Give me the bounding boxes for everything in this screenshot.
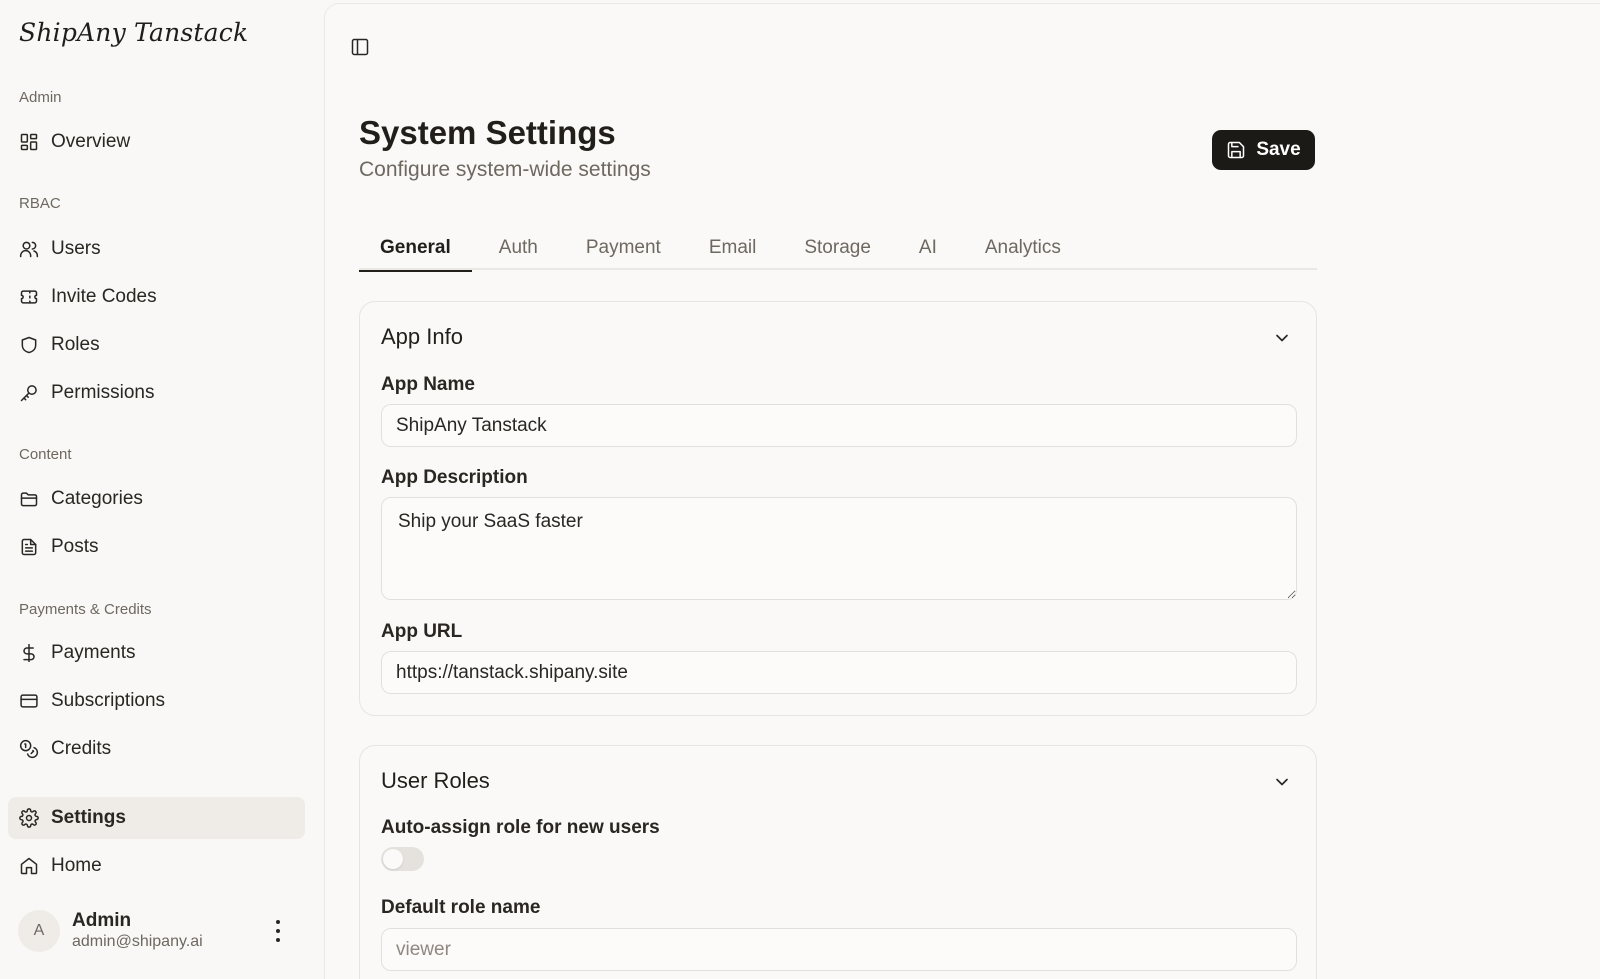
gear-icon	[19, 808, 39, 828]
tab-email[interactable]: Email	[688, 226, 778, 270]
folder-icon	[19, 489, 39, 509]
app-description-textarea[interactable]: Ship your SaaS faster	[381, 497, 1297, 600]
more-options-icon[interactable]	[268, 920, 288, 942]
page-title: System Settings	[359, 114, 616, 151]
user-menu[interactable]: A Admin admin@shipany.ai	[18, 908, 298, 954]
app-info-card: App Info App Name App Description Ship y…	[359, 301, 1317, 716]
credit-card-icon	[19, 691, 39, 711]
avatar: A	[18, 910, 60, 952]
sidebar-item-subscriptions[interactable]: Subscriptions	[8, 680, 305, 722]
sidebar-group-admin: Admin	[19, 89, 62, 106]
app-url-label: App URL	[381, 621, 463, 642]
sidebar-item-categories[interactable]: Categories	[8, 478, 305, 520]
tab-storage[interactable]: Storage	[783, 226, 892, 270]
sidebar-item-label: Settings	[51, 807, 126, 828]
sidebar-item-users[interactable]: Users	[8, 228, 305, 270]
tab-ai[interactable]: AI	[898, 226, 958, 270]
app-root: ShipAny Tanstack Admin Overview RBAC Use…	[0, 0, 1600, 979]
sidebar-item-roles[interactable]: Roles	[8, 324, 305, 366]
sidebar-item-label: Payments	[51, 642, 136, 663]
card-title: User Roles	[381, 768, 490, 793]
coins-icon	[19, 739, 39, 759]
shield-icon	[19, 335, 39, 355]
tab-general[interactable]: General	[359, 226, 472, 272]
default-role-input[interactable]	[381, 928, 1297, 971]
sidebar-item-posts[interactable]: Posts	[8, 526, 305, 568]
user-roles-card: User Roles Auto-assign role for new user…	[359, 745, 1317, 979]
user-meta: Admin admin@shipany.ai	[72, 910, 203, 952]
sidebar-item-label: Credits	[51, 738, 112, 759]
sidebar-item-payments[interactable]: Payments	[8, 632, 305, 674]
dollar-icon	[19, 643, 39, 663]
sidebar-group-payments-credits: Payments & Credits	[19, 601, 152, 618]
sidebar-item-label: Overview	[51, 131, 131, 152]
sidebar-item-label: Permissions	[51, 382, 155, 403]
tab-payment[interactable]: Payment	[565, 226, 682, 270]
app-name-label: App Name	[381, 374, 475, 395]
sidebar-item-label: Posts	[51, 536, 99, 557]
home-icon	[19, 856, 39, 876]
sidebar-item-overview[interactable]: Overview	[8, 121, 305, 163]
sidebar-group-content: Content	[19, 446, 72, 463]
tab-auth[interactable]: Auth	[478, 226, 559, 270]
sidebar-item-label: Categories	[51, 488, 143, 509]
user-name: Admin	[72, 910, 132, 931]
sidebar-toggle-button[interactable]	[345, 32, 375, 62]
sidebar-item-permissions[interactable]: Permissions	[8, 372, 305, 414]
sidebar: ShipAny Tanstack Admin Overview RBAC Use…	[0, 0, 320, 979]
settings-tabs: General Auth Payment Email Storage AI An…	[359, 226, 1317, 272]
chevron-down-icon[interactable]	[1270, 770, 1294, 794]
card-title: App Info	[381, 324, 463, 349]
sidebar-item-label: Users	[51, 238, 101, 259]
chevron-down-icon[interactable]	[1270, 326, 1294, 350]
sidebar-item-label: Home	[51, 855, 102, 876]
save-icon	[1228, 141, 1245, 159]
tab-analytics[interactable]: Analytics	[964, 226, 1082, 270]
layout-grid-icon	[19, 132, 39, 152]
sidebar-item-label: Roles	[51, 334, 100, 355]
key-icon	[19, 383, 39, 403]
sidebar-group-rbac: RBAC	[19, 195, 61, 212]
brand-logo[interactable]: ShipAny Tanstack	[19, 18, 248, 47]
panel-left-icon	[351, 38, 369, 56]
ticket-icon	[19, 287, 39, 307]
sidebar-item-credits[interactable]: Credits	[8, 728, 305, 770]
sidebar-item-home[interactable]: Home	[8, 845, 305, 887]
default-role-label: Default role name	[381, 897, 541, 918]
save-button[interactable]: Save	[1212, 130, 1315, 170]
save-button-label: Save	[1256, 139, 1301, 160]
sidebar-item-label: Invite Codes	[51, 286, 157, 307]
app-name-input[interactable]	[381, 404, 1297, 447]
app-url-input[interactable]	[381, 651, 1297, 694]
app-description-label: App Description	[381, 467, 528, 488]
page-subtitle: Configure system-wide settings	[359, 158, 651, 181]
sidebar-item-label: Subscriptions	[51, 690, 166, 711]
users-icon	[19, 239, 39, 259]
auto-assign-toggle[interactable]	[381, 847, 424, 871]
user-email: admin@shipany.ai	[72, 933, 203, 950]
file-text-icon	[19, 537, 39, 557]
auto-assign-label: Auto-assign role for new users	[381, 817, 660, 838]
toggle-knob	[383, 849, 403, 869]
sidebar-item-settings[interactable]: Settings	[8, 797, 305, 839]
sidebar-item-invite-codes[interactable]: Invite Codes	[8, 276, 305, 318]
